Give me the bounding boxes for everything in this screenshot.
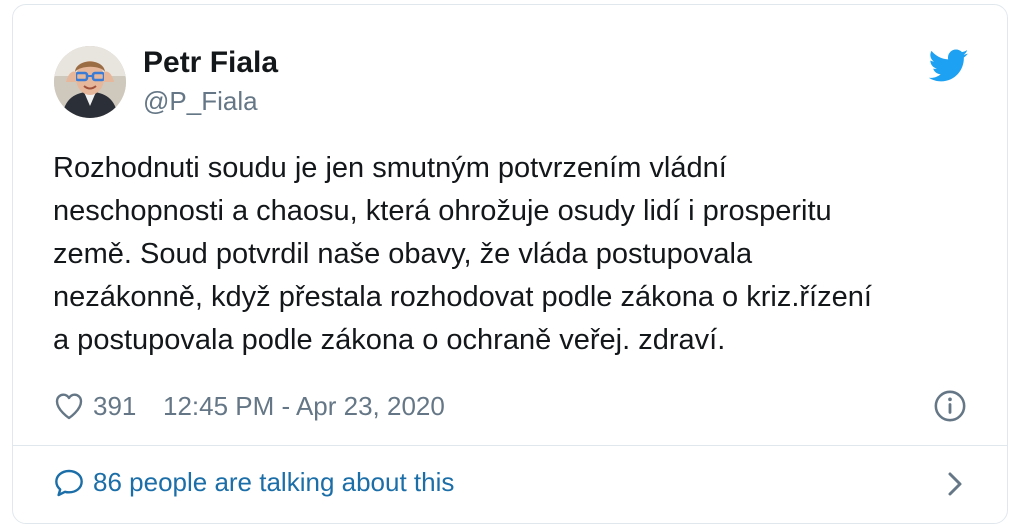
- avatar-image: [54, 46, 126, 118]
- conversation-link[interactable]: 86 people are talking about this: [53, 463, 983, 503]
- twitter-bird-icon[interactable]: [929, 49, 969, 83]
- timestamp[interactable]: 12:45 PM - Apr 23, 2020: [163, 389, 445, 423]
- tweet-meta: 391 12:45 PM - Apr 23, 2020: [53, 387, 983, 427]
- like-count[interactable]: 391: [93, 389, 136, 423]
- speech-bubble-icon: [55, 469, 83, 497]
- avatar[interactable]: [54, 46, 126, 118]
- tweet-text-line: Rozhodnuti soudu je jen smutným potvrzen…: [53, 152, 727, 184]
- heart-icon[interactable]: [53, 390, 85, 422]
- author-name[interactable]: Petr Fiala: [143, 45, 278, 81]
- tweet-card: Petr Fiala @P_Fiala Rozhodnuti soudu je …: [12, 4, 1008, 524]
- tweet-text-line: země. Soud potvrdil naše obavy, že vláda…: [53, 238, 753, 270]
- tweet-text-line: neschopnosti a chaosu, která ohrožuje os…: [53, 195, 832, 227]
- author-handle[interactable]: @P_Fiala: [143, 85, 258, 117]
- talking-count-link[interactable]: 86 people are talking about this: [93, 465, 454, 499]
- tweet-text-line: a postupovala podle zákona o ochraně veř…: [53, 324, 726, 356]
- tweet-text-line: nezákonně, když přestala rozhodovat podl…: [53, 281, 872, 313]
- tweet-text: Rozhodnuti soudu je jen smutným potvrzen…: [53, 147, 983, 362]
- info-icon[interactable]: [933, 389, 967, 423]
- divider: [13, 445, 1007, 446]
- chevron-right-icon[interactable]: [943, 469, 967, 499]
